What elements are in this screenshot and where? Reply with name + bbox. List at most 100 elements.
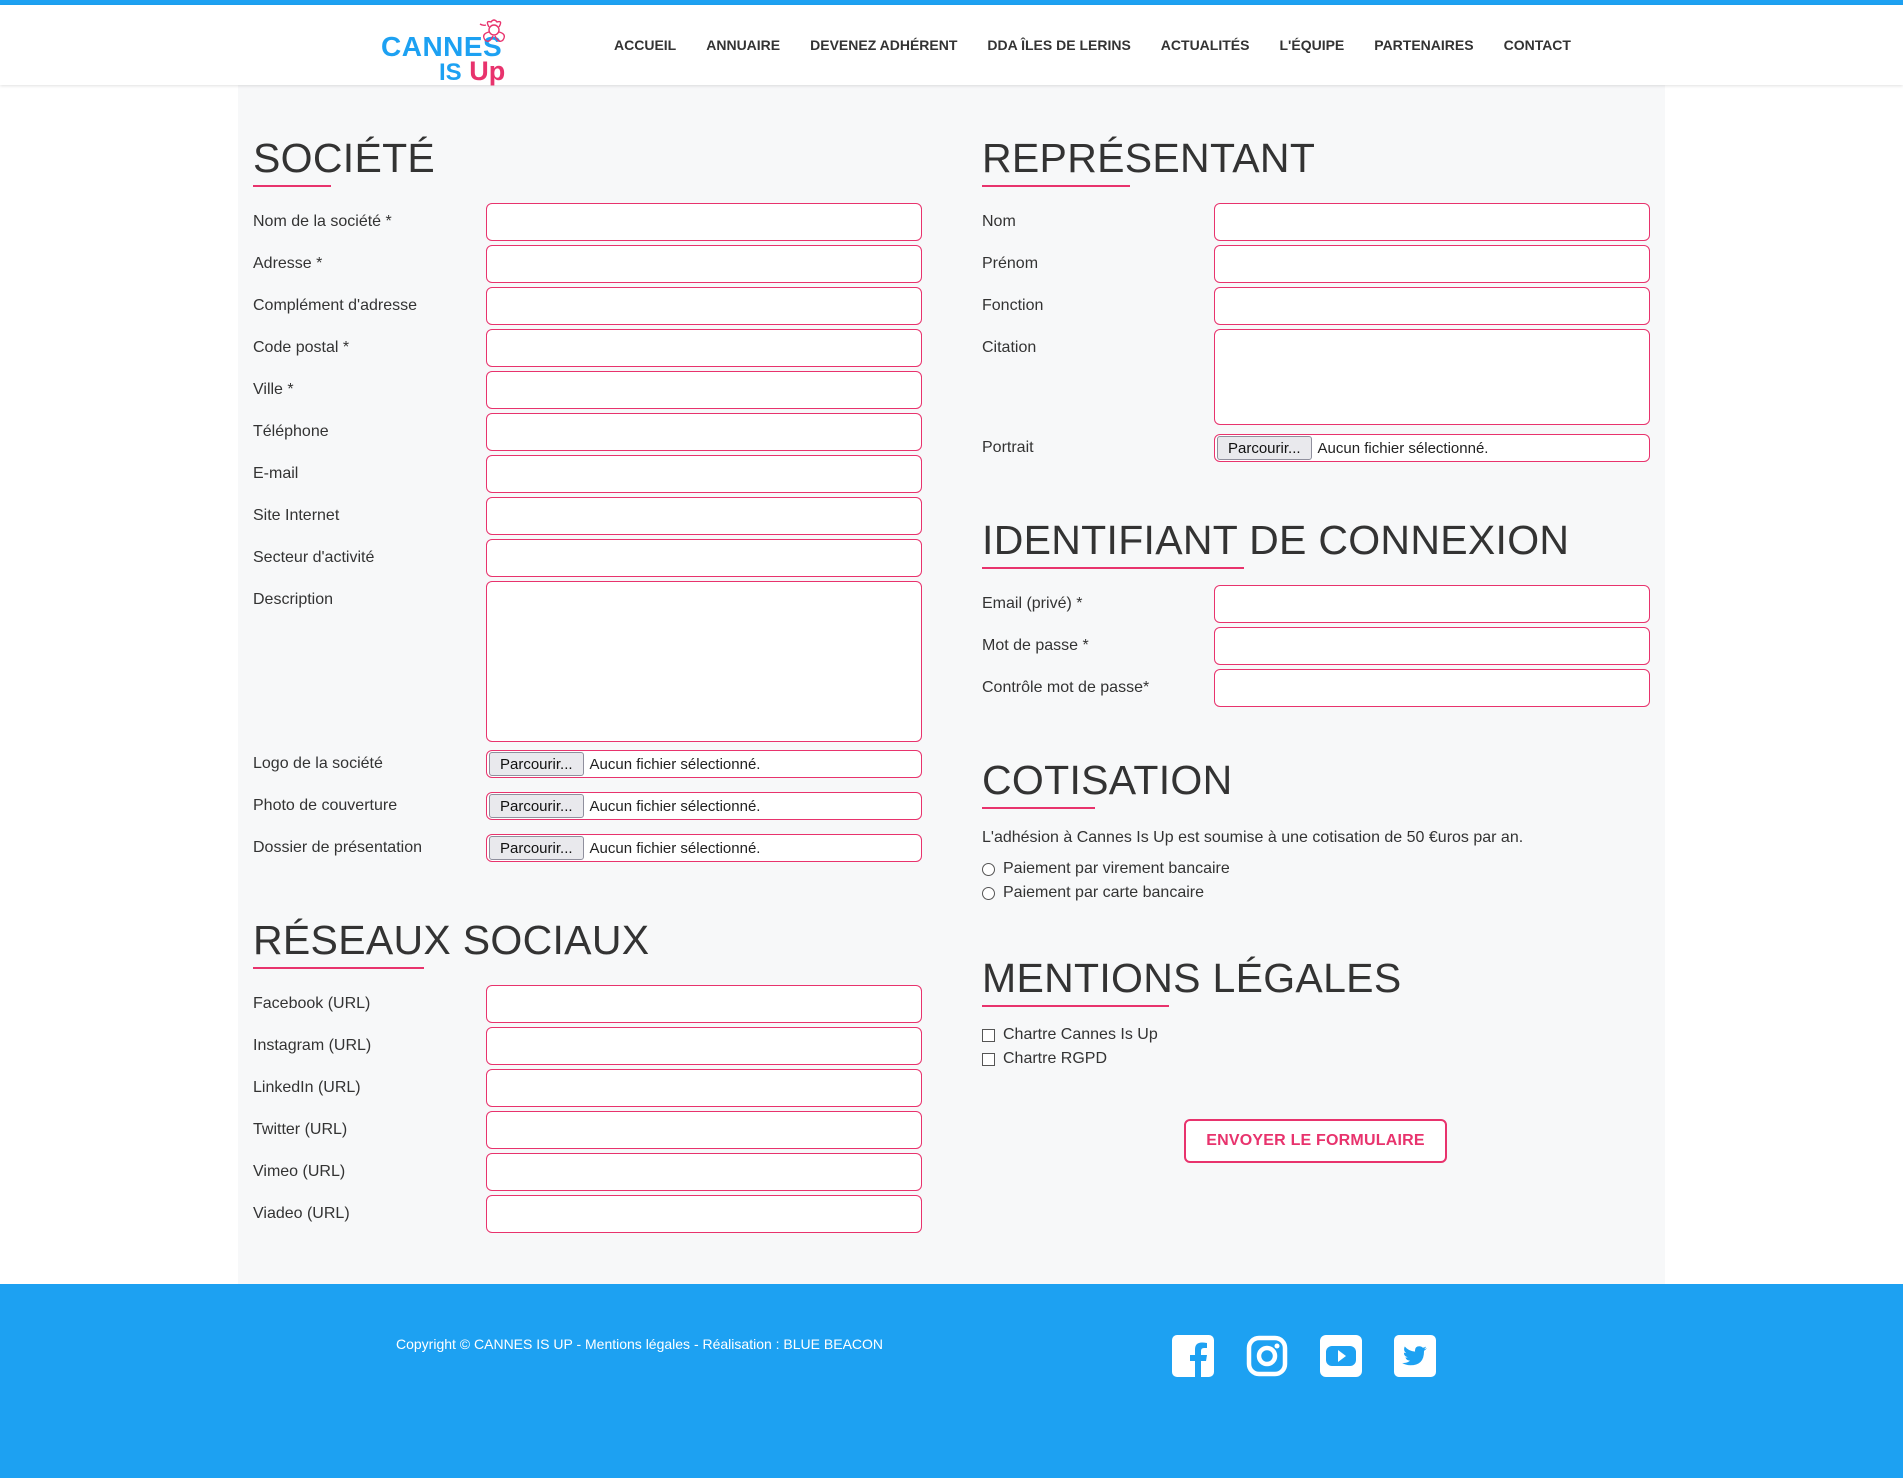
section-underline <box>982 567 1244 569</box>
section-underline <box>982 1005 1169 1007</box>
logo-text-is-up: IS Up <box>439 56 505 87</box>
instagram-icon[interactable] <box>1246 1335 1288 1377</box>
label-linkedin-url: LinkedIn (URL) <box>253 1079 361 1096</box>
file-dossier-presentation[interactable]: Parcourir... Aucun fichier sélectionné. <box>486 834 922 862</box>
label-complement-adresse: Complément d'adresse <box>253 297 418 314</box>
nav-equipe[interactable]: L'ÉQUIPE <box>1279 37 1344 53</box>
submit-button[interactable]: ENVOYER LE FORMULAIRE <box>1184 1119 1447 1163</box>
label-nom-societe: Nom de la société * <box>253 213 392 230</box>
facebook-icon[interactable] <box>1172 1335 1214 1377</box>
input-nom-societe[interactable] <box>486 203 922 241</box>
section-title-cotisation: COTISATION <box>982 757 1233 803</box>
label-prenom: Prénom <box>982 255 1039 272</box>
flower-icon <box>479 19 506 43</box>
section-underline <box>982 807 1095 809</box>
label-twitter-url: Twitter (URL) <box>253 1121 348 1138</box>
input-telephone[interactable] <box>486 413 922 451</box>
input-adresse[interactable] <box>486 245 922 283</box>
input-secteur-activite[interactable] <box>486 539 922 577</box>
input-prenom[interactable] <box>1214 245 1650 283</box>
label-portrait: Portrait <box>982 439 1034 456</box>
section-underline <box>253 185 331 187</box>
checkbox-chartre-rgpd[interactable] <box>982 1052 995 1066</box>
check-label: Chartre Cannes Is Up <box>1003 1026 1158 1043</box>
nav-devenez-adherent[interactable]: DEVENEZ ADHÉRENT <box>810 37 957 53</box>
input-vimeo-url[interactable] <box>486 1153 922 1191</box>
label-fonction: Fonction <box>982 297 1044 314</box>
section-title-reseaux: RÉSEAUX SOCIAUX <box>253 917 650 963</box>
browse-button[interactable]: Parcourir... <box>489 794 584 818</box>
input-site-internet[interactable] <box>486 497 922 535</box>
nav-contact[interactable]: CONTACT <box>1504 37 1571 53</box>
label-logo-societe: Logo de la société <box>253 755 383 772</box>
browse-button[interactable]: Parcourir... <box>489 836 584 860</box>
input-controle-mot-de-passe[interactable] <box>1214 669 1650 707</box>
input-ville[interactable] <box>486 371 922 409</box>
label-email-prive: Email (privé) * <box>982 595 1083 612</box>
input-email[interactable] <box>486 455 922 493</box>
section-underline <box>982 185 1130 187</box>
section-title-societe: SOCIÉTÉ <box>253 135 436 181</box>
logo-text-is: IS <box>439 59 462 86</box>
label-description: Description <box>253 591 334 608</box>
site-footer: Copyright © CANNES IS UP - Mentions léga… <box>0 1284 1903 1478</box>
section-title-identifiant: IDENTIFIANT DE CONNEXION <box>982 517 1570 563</box>
textarea-citation[interactable] <box>1214 329 1650 425</box>
file-status: Aucun fichier sélectionné. <box>589 797 761 815</box>
nav-partenaires[interactable]: PARTENAIRES <box>1374 37 1473 53</box>
file-logo-societe[interactable]: Parcourir... Aucun fichier sélectionné. <box>486 750 922 778</box>
input-complement-adresse[interactable] <box>486 287 922 325</box>
nav-annuaire[interactable]: ANNUAIRE <box>706 37 780 53</box>
label-controle-mot-de-passe: Contrôle mot de passe* <box>982 679 1150 696</box>
file-photo-couverture[interactable]: Parcourir... Aucun fichier sélectionné. <box>486 792 922 820</box>
label-ville: Ville * <box>253 381 294 398</box>
browse-button[interactable]: Parcourir... <box>1217 436 1312 460</box>
nav-accueil[interactable]: ACCUEIL <box>614 37 676 53</box>
label-facebook-url: Facebook (URL) <box>253 995 371 1012</box>
logo-text-up: Up <box>469 56 506 86</box>
textarea-description[interactable] <box>486 581 922 742</box>
input-nom[interactable] <box>1214 203 1650 241</box>
input-email-prive[interactable] <box>1214 585 1650 623</box>
label-instagram-url: Instagram (URL) <box>253 1037 372 1054</box>
nav-dda-iles-de-lerins[interactable]: DDA ÎLES DE LERINS <box>987 37 1130 53</box>
input-instagram-url[interactable] <box>486 1027 922 1065</box>
label-adresse: Adresse * <box>253 255 323 272</box>
option-carte-bancaire[interactable]: Paiement par carte bancaire <box>982 884 1204 902</box>
twitter-icon[interactable] <box>1394 1335 1436 1377</box>
option-label: Paiement par virement bancaire <box>1003 860 1230 877</box>
youtube-icon[interactable] <box>1320 1335 1362 1377</box>
input-fonction[interactable] <box>1214 287 1650 325</box>
label-citation: Citation <box>982 339 1037 356</box>
checkbox-chartre-cannes[interactable] <box>982 1028 995 1042</box>
input-facebook-url[interactable] <box>486 985 922 1023</box>
cotisation-text: L'adhésion à Cannes Is Up est soumise à … <box>982 829 1524 846</box>
label-code-postal: Code postal * <box>253 339 350 356</box>
check-label: Chartre RGPD <box>1003 1050 1108 1067</box>
check-chartre-cannes[interactable]: Chartre Cannes Is Up <box>982 1026 1158 1044</box>
label-vimeo-url: Vimeo (URL) <box>253 1163 346 1180</box>
input-code-postal[interactable] <box>486 329 922 367</box>
file-portrait[interactable]: Parcourir... Aucun fichier sélectionné. <box>1214 434 1650 462</box>
form-panel: SOCIÉTÉ Nom de la société * Adresse * Co… <box>238 85 1665 1284</box>
label-email: E-mail <box>253 465 299 482</box>
label-site-internet: Site Internet <box>253 507 340 524</box>
browse-button[interactable]: Parcourir... <box>489 752 584 776</box>
label-nom: Nom <box>982 213 1016 230</box>
site-logo[interactable]: CANNES IS Up <box>381 13 511 86</box>
file-status: Aucun fichier sélectionné. <box>589 839 761 857</box>
radio-carte-bancaire[interactable] <box>982 886 995 900</box>
option-virement-bancaire[interactable]: Paiement par virement bancaire <box>982 860 1230 878</box>
check-chartre-rgpd[interactable]: Chartre RGPD <box>982 1050 1107 1068</box>
nav-actualites[interactable]: ACTUALITÉS <box>1161 37 1250 53</box>
label-secteur-activite: Secteur d'activité <box>253 549 375 566</box>
label-viadeo-url: Viadeo (URL) <box>253 1205 350 1222</box>
radio-virement-bancaire[interactable] <box>982 862 995 876</box>
section-title-mentions: MENTIONS LÉGALES <box>982 955 1402 1001</box>
input-twitter-url[interactable] <box>486 1111 922 1149</box>
input-linkedin-url[interactable] <box>486 1069 922 1107</box>
label-telephone: Téléphone <box>253 423 329 440</box>
input-viadeo-url[interactable] <box>486 1195 922 1233</box>
option-label: Paiement par carte bancaire <box>1003 884 1204 901</box>
input-mot-de-passe[interactable] <box>1214 627 1650 665</box>
